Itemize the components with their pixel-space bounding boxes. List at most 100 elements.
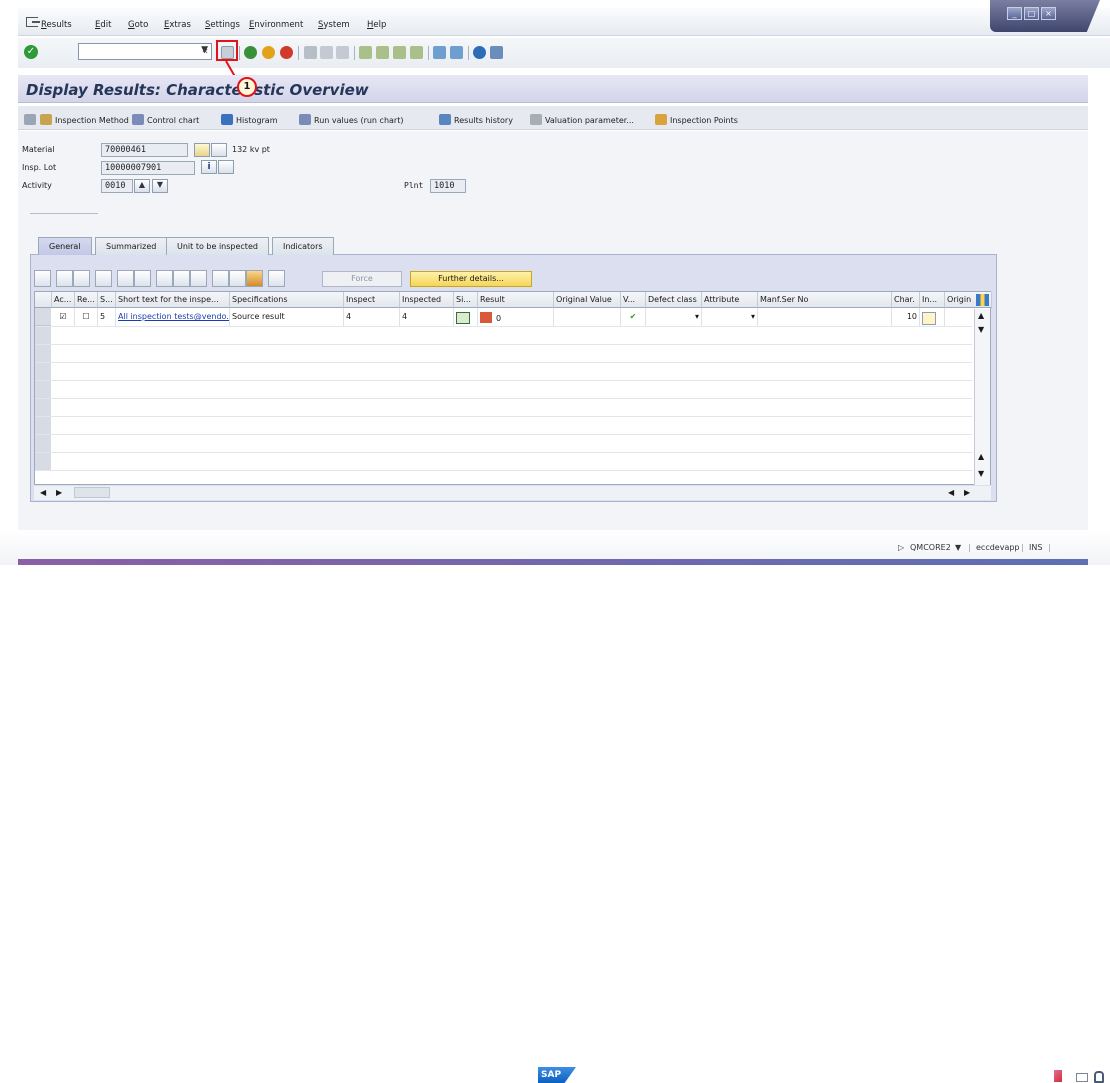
help-icon[interactable] (473, 46, 486, 59)
re-checkbox[interactable]: ☐ (75, 308, 98, 326)
select-block-icon[interactable] (95, 270, 112, 287)
system-name[interactable]: QMCORE2 (910, 543, 951, 552)
results-history-button[interactable]: Results history (439, 114, 513, 125)
column-header[interactable]: Inspected (400, 292, 454, 308)
lock-icon[interactable] (173, 270, 190, 287)
scroll-down-icon[interactable]: ▼ (978, 325, 984, 334)
column-header[interactable]: Ac... (52, 292, 75, 308)
layout-icon[interactable] (490, 46, 503, 59)
menu-system[interactable]: System (318, 20, 350, 30)
column-header[interactable]: Si... (454, 292, 478, 308)
find-icon[interactable] (320, 46, 333, 59)
sort-ascending-icon[interactable] (134, 270, 151, 287)
column-header[interactable]: In... (920, 292, 945, 308)
unlock-icon[interactable] (190, 270, 207, 287)
menu-extras[interactable]: Extras (164, 20, 191, 30)
row-selector[interactable] (35, 381, 51, 399)
insert-row-icon[interactable] (156, 270, 173, 287)
last-page-icon[interactable] (410, 46, 423, 59)
collapse-icon[interactable]: « (202, 46, 208, 57)
detail-icon[interactable] (24, 114, 39, 125)
minimize-icon[interactable]: _ (1007, 7, 1022, 20)
print-icon[interactable] (304, 46, 317, 59)
scroll-down-icon[interactable]: ▼ (978, 469, 984, 478)
row-selector[interactable] (35, 399, 51, 417)
force-button[interactable]: Force (322, 271, 402, 287)
further-details-button[interactable]: Further details... (410, 271, 532, 287)
insert-mode[interactable]: INS (1029, 543, 1042, 552)
exit-icon[interactable] (26, 17, 40, 27)
column-header[interactable]: Re... (75, 292, 98, 308)
inspection-lot-field[interactable]: 10000007901 (101, 161, 195, 175)
cancel-icon[interactable] (280, 46, 293, 59)
previous-activity-icon[interactable]: ▲ (134, 179, 150, 193)
scroll-up-icon[interactable]: ▲ (978, 452, 984, 461)
active-checkbox[interactable]: ☑ (52, 308, 75, 326)
single-results-icon[interactable] (456, 312, 470, 324)
vertical-scrollbar[interactable]: ▲ ▼ ▲ ▼ (974, 309, 990, 485)
row-selector[interactable] (35, 327, 51, 345)
next-activity-icon[interactable]: ▼ (152, 179, 168, 193)
column-header[interactable]: Attribute (702, 292, 758, 308)
menu-goto[interactable]: Goto (128, 20, 148, 30)
table-layout-icon[interactable] (229, 270, 246, 287)
column-header[interactable]: Inspect (344, 292, 400, 308)
inspection-points-button[interactable]: Inspection Points (655, 114, 738, 125)
short-text-link[interactable]: All inspection tests@vendo... (116, 308, 230, 326)
play-icon[interactable]: ▷ (898, 543, 904, 552)
chevron-down-icon[interactable]: ▼ (955, 543, 961, 552)
column-header[interactable]: Result (478, 292, 554, 308)
column-header[interactable]: Char. (892, 292, 920, 308)
tab-general[interactable]: General (38, 237, 92, 255)
scroll-up-icon[interactable]: ▲ (978, 311, 984, 320)
scroll-right-icon[interactable]: ▶ (964, 488, 970, 497)
menu-help[interactable]: Help (367, 20, 386, 30)
command-field[interactable]: ▼ (78, 43, 212, 60)
maximize-icon[interactable]: □ (1024, 7, 1039, 20)
column-header[interactable]: Defect class (646, 292, 702, 308)
column-header[interactable]: S... (98, 292, 116, 308)
row-selector[interactable] (35, 435, 51, 453)
tab-summarized[interactable]: Summarized (95, 237, 168, 255)
row-selector[interactable] (35, 308, 51, 326)
find-next-icon[interactable] (336, 46, 349, 59)
control-chart-button[interactable]: Control chart (132, 114, 199, 125)
column-header[interactable]: Manf.Ser No (758, 292, 892, 308)
column-header[interactable]: Specifications (230, 292, 344, 308)
menu-edit[interactable]: Edit (95, 20, 111, 30)
inspection-method-button[interactable]: Inspection Method (40, 114, 129, 125)
row-selector[interactable] (35, 453, 51, 471)
material-field[interactable]: 70000461 (101, 143, 188, 157)
menu-results[interactable]: Results (41, 20, 72, 30)
manf-ser-no-cell[interactable] (758, 308, 892, 326)
horizontal-scrollbar[interactable]: ◀ ▶ ◀ ▶ (34, 486, 991, 500)
table-settings-icon[interactable] (212, 270, 229, 287)
column-config-icon[interactable] (976, 294, 989, 306)
original-value-cell[interactable] (554, 308, 621, 326)
run-values-button[interactable]: Run values (run chart) (299, 114, 403, 125)
column-header[interactable]: V... (621, 292, 646, 308)
scroll-left-icon[interactable]: ◀ (948, 488, 954, 497)
info-icon[interactable]: i (201, 160, 217, 174)
enter-check-icon[interactable]: ✓ (24, 45, 38, 59)
result-icon[interactable] (480, 312, 492, 323)
next-page-icon[interactable] (393, 46, 406, 59)
valuation-parameter-button[interactable]: Valuation parameter... (530, 114, 634, 125)
menu-settings[interactable]: Settings (205, 20, 240, 30)
close-icon[interactable]: × (1041, 7, 1056, 20)
tab-indicators[interactable]: Indicators (272, 237, 334, 255)
scroll-left-icon[interactable]: ◀ (40, 488, 46, 497)
inspection-detail-icon[interactable] (922, 312, 936, 325)
lock-icon[interactable] (1094, 1071, 1104, 1083)
first-page-icon[interactable] (359, 46, 372, 59)
row-selector[interactable] (35, 363, 51, 381)
row-selector[interactable] (35, 417, 51, 435)
find-icon[interactable] (34, 270, 51, 287)
histogram-button[interactable]: Histogram (221, 114, 278, 125)
previous-page-icon[interactable] (376, 46, 389, 59)
lot-detail-icon[interactable] (218, 160, 234, 174)
tab-unit-to-be-inspected[interactable]: Unit to be inspected (166, 237, 269, 255)
lock-disabled-icon[interactable] (268, 270, 285, 287)
select-all-icon[interactable] (56, 270, 73, 287)
column-header[interactable]: Original Value (554, 292, 621, 308)
